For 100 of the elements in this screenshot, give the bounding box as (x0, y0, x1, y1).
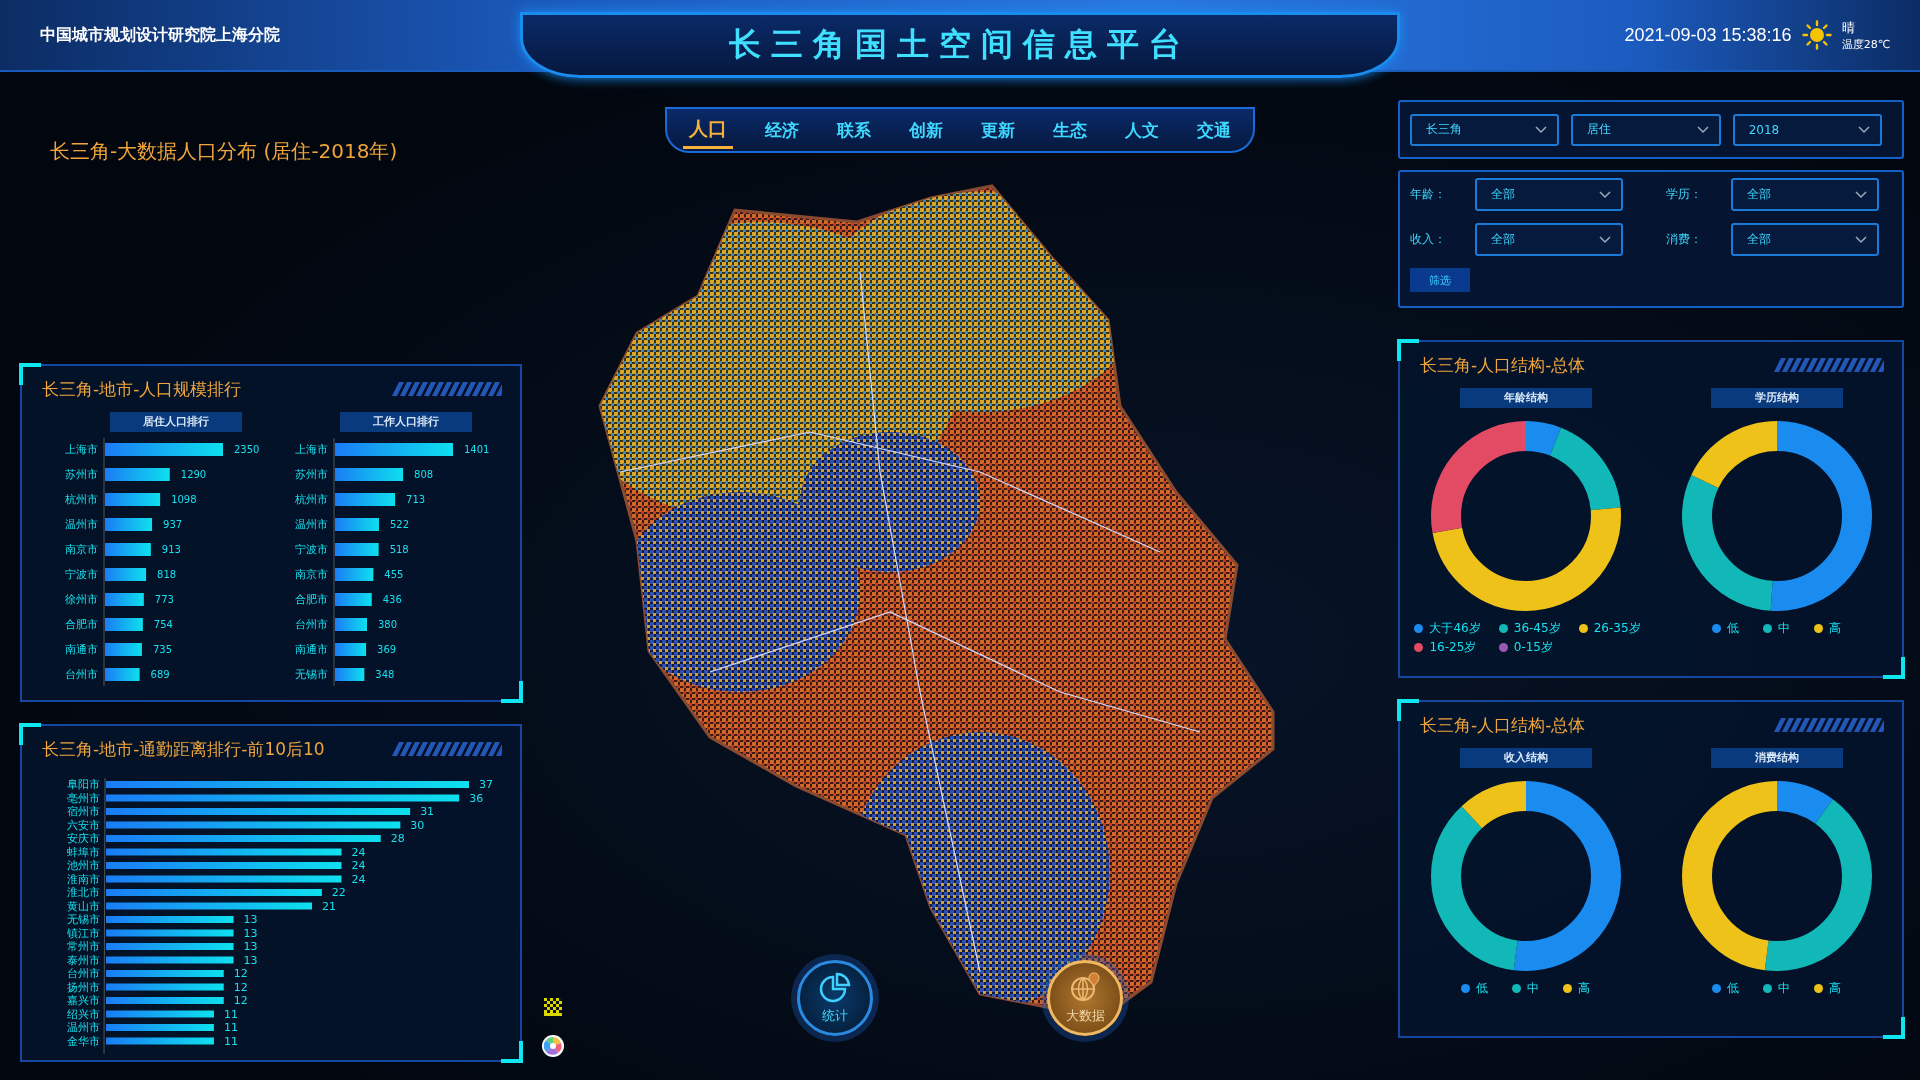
platform-title: 长三角国土空间信息平台 (520, 12, 1400, 78)
corner-bracket (1883, 657, 1905, 679)
value-label: 937 (163, 519, 183, 530)
panel-title: 长三角-人口结构-总体 (1420, 353, 1586, 377)
value-label: 24 (351, 872, 366, 886)
value-label: 11 (223, 1034, 238, 1048)
legend-label: 低 (1727, 620, 1739, 637)
chart-heading: 工作人口排行 (340, 412, 472, 432)
bar (105, 618, 143, 631)
nav-tab[interactable]: 人口 (683, 111, 733, 149)
corner-bracket (1397, 699, 1419, 721)
map-control-button[interactable]: 统计 (797, 960, 873, 1036)
value-label: 36 (469, 791, 484, 805)
bar (335, 643, 367, 656)
nav-tab[interactable]: 联系 (831, 114, 877, 146)
temperature: 温度28℃ (1841, 36, 1890, 52)
category-label: 台州市 (65, 668, 98, 681)
dropdown[interactable]: 全部 (1475, 178, 1623, 211)
filter-label: 年龄： (1410, 186, 1447, 203)
dropdown[interactable]: 2018 (1732, 113, 1882, 146)
nav-tab[interactable]: 生态 (1047, 114, 1093, 146)
checker-legend-icon (544, 998, 562, 1016)
nav-tab[interactable]: 创新 (903, 114, 949, 146)
category-label: 南通市 (65, 643, 98, 656)
category-label: 合肥市 (65, 618, 98, 631)
filter-label: 收入： (1410, 231, 1447, 248)
category-label: 台州市 (295, 618, 328, 631)
value-label: 2350 (234, 444, 260, 455)
nav-tab[interactable]: 更新 (975, 114, 1021, 146)
filter-button[interactable]: 筛选 (1410, 268, 1470, 292)
value-label: 11 (223, 1007, 238, 1021)
category-label: 宁波市 (65, 568, 98, 581)
value-label: 22 (331, 886, 346, 899)
chart-heading: 年龄结构 (1459, 388, 1592, 408)
value-label: 1401 (464, 444, 490, 455)
corner-bracket (501, 1041, 523, 1063)
filter-label: 消费： (1666, 231, 1703, 248)
chevron-down-icon (1599, 235, 1611, 244)
corner-bracket (19, 723, 41, 745)
legend-label: 低 (1476, 980, 1488, 997)
panel-title: 长三角-地市-人口规模排行 (42, 377, 242, 401)
category-label: 杭州市 (65, 493, 98, 506)
value-label: 1290 (180, 469, 207, 480)
category-label: 上海市 (295, 443, 328, 456)
bar (105, 643, 142, 656)
panel-title: 长三角-人口结构-总体 (1420, 713, 1586, 737)
value-label: 21 (322, 899, 337, 913)
chart-heading: 收入结构 (1459, 748, 1592, 768)
nav-tab[interactable]: 人文 (1119, 114, 1165, 146)
bar (105, 518, 153, 531)
nav-tab[interactable]: 交通 (1191, 114, 1237, 146)
value-label: 30 (410, 818, 425, 832)
legend-label: 高 (1829, 620, 1841, 637)
legend-label: 低 (1727, 980, 1739, 997)
value-label: 11 (223, 1021, 238, 1034)
corner-bracket (19, 363, 41, 385)
legend-label: 高 (1829, 980, 1841, 997)
corner-bracket (1397, 339, 1419, 361)
dropdown[interactable]: 全部 (1475, 223, 1623, 256)
value-label: 369 (377, 644, 397, 655)
value-label: 13 (243, 953, 258, 967)
dropdown[interactable]: 长三角 (1410, 113, 1560, 146)
legend-label: 中 (1527, 980, 1539, 997)
legend-label: 0-15岁 (1513, 639, 1553, 656)
category-label: 淮南市 (67, 872, 100, 886)
bar (105, 593, 144, 606)
chart-heading: 消费结构 (1710, 748, 1843, 768)
legend-label: 大于46岁 (1429, 620, 1481, 637)
chevron-down-icon (1855, 235, 1867, 244)
legend-label: 高 (1578, 980, 1590, 997)
category-label: 杭州市 (295, 493, 328, 506)
datetime: 2021-09-03 15:38:16 (1624, 24, 1792, 46)
corner-bracket (1883, 1017, 1905, 1039)
value-label: 380 (378, 619, 398, 630)
value-label: 773 (154, 594, 174, 605)
legend-label: 中 (1778, 980, 1790, 997)
category-label: 温州市 (65, 518, 98, 531)
dropdown[interactable]: 居住 (1571, 113, 1721, 146)
category-label: 南京市 (65, 543, 98, 556)
bar (105, 468, 170, 481)
category-label: 苏州市 (65, 468, 98, 481)
legend-label: 26-35岁 (1593, 620, 1641, 637)
value-label: 12 (233, 967, 248, 980)
value-label: 24 (351, 859, 366, 872)
value-label: 12 (233, 994, 248, 1007)
value-label: 713 (406, 494, 426, 505)
category-label: 嘉兴市 (67, 994, 100, 1007)
value-label: 1098 (171, 494, 197, 505)
legend-label: 36-45岁 (1513, 620, 1561, 637)
dropdown[interactable]: 全部 (1731, 178, 1879, 211)
category-label: 池州市 (67, 859, 100, 872)
map-control-button[interactable]: 大数据 (1047, 960, 1123, 1036)
value-label: 689 (150, 669, 170, 680)
nav-tab[interactable]: 经济 (759, 114, 805, 146)
value-label: 518 (389, 544, 409, 555)
bar (105, 668, 140, 681)
bar (335, 593, 372, 606)
value-label: 12 (233, 980, 248, 994)
weather-condition: 晴 (1841, 18, 1856, 37)
dropdown[interactable]: 全部 (1731, 223, 1879, 256)
